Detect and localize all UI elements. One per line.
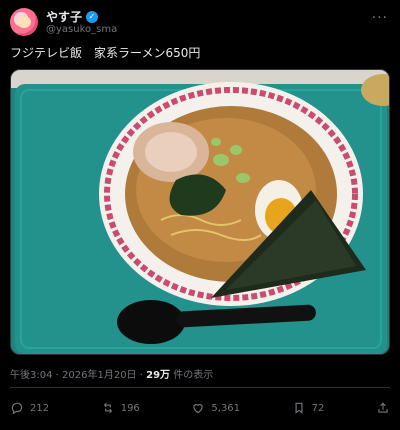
- post-meta: 午後3:04 · 2026年1月20日 · 29万 件の表示: [10, 366, 213, 381]
- like-button[interactable]: 5,361: [191, 401, 240, 415]
- verified-badge-icon: ✓: [86, 10, 99, 23]
- spoon: [117, 300, 185, 344]
- author-display-name[interactable]: やす子: [46, 8, 82, 25]
- meta-separator: ·: [52, 370, 63, 381]
- views-label: 件の表示: [170, 370, 214, 381]
- repost-count: 196: [120, 402, 140, 414]
- post-time[interactable]: 午後3:04: [10, 370, 52, 381]
- author-name-row[interactable]: やす子 ✓: [46, 8, 99, 25]
- repost-button[interactable]: 196: [101, 401, 140, 415]
- reply-count: 212: [30, 402, 50, 414]
- divider: [10, 387, 390, 388]
- bookmark-icon: [295, 402, 303, 414]
- post-text: フジテレビ飯 家系ラーメン650円: [10, 46, 201, 60]
- ramen-photo: [11, 70, 389, 354]
- views-count: 29万: [146, 370, 171, 381]
- like-count: 5,361: [211, 402, 241, 414]
- heart-icon: [193, 404, 204, 414]
- post-date[interactable]: 2026年1月20日: [62, 370, 137, 381]
- repost-icon: [103, 402, 112, 414]
- post-image[interactable]: [10, 69, 390, 355]
- author-handle[interactable]: @yasuko_sma: [46, 24, 117, 35]
- share-icon: [378, 402, 388, 413]
- meta-separator-2: ·: [136, 370, 147, 381]
- action-bar: 212 196 5,361 72: [10, 398, 390, 418]
- avatar-face: [17, 16, 31, 28]
- reply-icon: [11, 402, 23, 415]
- avatar[interactable]: [10, 8, 38, 36]
- more-options-icon[interactable]: ···: [372, 10, 388, 26]
- bookmark-count: 72: [311, 402, 325, 414]
- reply-button[interactable]: 212: [10, 401, 49, 415]
- bookmark-button[interactable]: 72: [292, 401, 325, 415]
- post-header: やす子 ✓ @yasuko_sma ···: [10, 6, 390, 40]
- share-button[interactable]: [376, 401, 390, 415]
